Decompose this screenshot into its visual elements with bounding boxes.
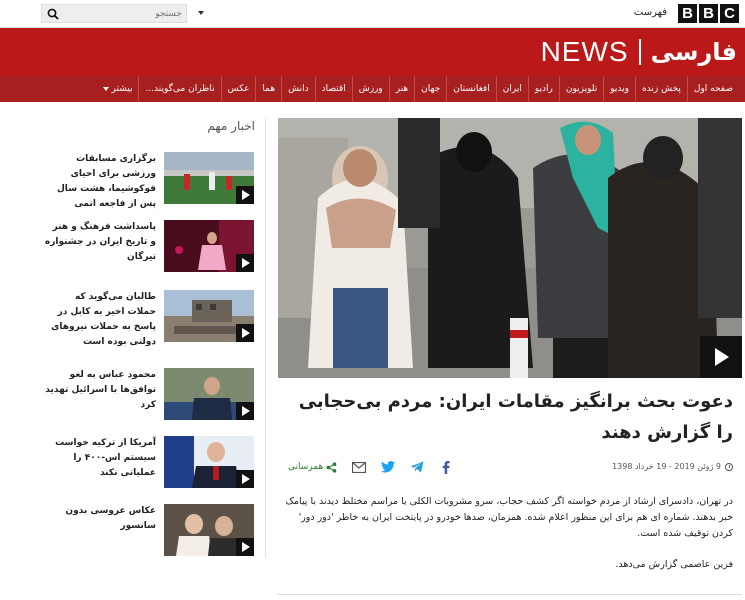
chevron-down-icon	[102, 87, 109, 91]
twitter-share-button[interactable]	[381, 460, 396, 474]
article-summary: در تهران، دادسرای ارشاد از مردم خواسته ا…	[285, 496, 733, 539]
divider	[278, 594, 742, 595]
nav-more-label: بیشتر	[111, 84, 133, 94]
search-input[interactable]	[64, 5, 182, 22]
nav-item[interactable]: افغانستان	[446, 76, 496, 102]
feature-photo	[278, 118, 742, 378]
nav-item[interactable]: اقتصاد	[314, 76, 352, 102]
story-thumbnail[interactable]	[164, 220, 254, 272]
article-date-text: 9 ژوئن 2019 - 19 خرداد 1398	[612, 462, 721, 471]
feature-image[interactable]	[278, 118, 742, 378]
sidebar-story[interactable]: عکاس عروسی بدون سانسور	[44, 504, 254, 560]
story-headline[interactable]: محمود عباس به لغو توافق‌ها با اسرائیل ته…	[44, 368, 156, 413]
play-icon	[236, 470, 254, 488]
story-headline[interactable]: پاسداشت فرهنگ و هنر و تاریخ ایران در جشن…	[44, 220, 156, 265]
facebook-share-button[interactable]	[439, 460, 453, 474]
article-headline[interactable]: دعوت بحث برانگیز مقامات ایران: مردم بی‌ح…	[293, 386, 733, 448]
story-headline[interactable]: برگزاری مسابقات ورزشی برای احیای فوکوشیم…	[44, 152, 156, 212]
bbc-logo-letter: B	[678, 4, 697, 23]
nav-item[interactable]: جهان	[414, 76, 446, 102]
brand-farsi: فارسی	[650, 38, 737, 66]
sidebar-title: اخبار مهم	[207, 119, 255, 133]
nav-item[interactable]: عکس	[220, 76, 256, 102]
nav-item[interactable]: رادیو	[527, 76, 559, 102]
sidebar-story[interactable]: محمود عباس به لغو توافق‌ها با اسرائیل ته…	[44, 368, 254, 424]
nav-item[interactable]: ناظران می‌گویند...	[138, 76, 220, 102]
play-icon	[236, 254, 254, 272]
story-headline[interactable]: طالبان می‌گوید که حملات اخیر به کابل در …	[44, 290, 156, 350]
play-icon	[236, 538, 254, 556]
play-icon	[236, 186, 254, 204]
story-thumbnail[interactable]	[164, 504, 254, 556]
story-thumbnail[interactable]	[164, 152, 254, 204]
article-byline: فرین عاصمی گزارش می‌دهد.	[615, 559, 733, 570]
twitter-icon	[381, 461, 396, 473]
nav-item[interactable]: ویدیو	[603, 76, 635, 102]
nav-item[interactable]: صفحه اول	[686, 76, 739, 102]
play-icon	[236, 324, 254, 342]
share-icon	[326, 461, 337, 473]
sidebar-story[interactable]: پاسداشت فرهنگ و هنر و تاریخ ایران در جشن…	[44, 220, 254, 276]
main-nav: صفحه اول پخش زنده ویدیو تلویزیون رادیو ا…	[0, 76, 745, 102]
menu-link[interactable]: فهرست	[634, 7, 667, 18]
facebook-icon	[442, 460, 450, 474]
story-thumbnail[interactable]	[164, 368, 254, 420]
nav-item[interactable]: ورزش	[351, 76, 389, 102]
top-bar: B B C فهرست	[0, 0, 745, 28]
sidebar-divider	[265, 118, 266, 558]
nav-item[interactable]: دانش	[281, 76, 315, 102]
clock-icon	[725, 462, 733, 471]
sidebar-story[interactable]: آمریکا از ترکیه خواست سیستم اس-۴۰۰ را عم…	[44, 436, 254, 492]
brand-divider	[638, 39, 641, 65]
nav-item[interactable]: هنر	[388, 76, 414, 102]
share-label: همرسانی	[288, 462, 324, 472]
story-thumbnail[interactable]	[164, 436, 254, 488]
sidebar-story[interactable]: برگزاری مسابقات ورزشی برای احیای فوکوشیم…	[44, 152, 254, 209]
share-row: همرسانی	[288, 458, 468, 476]
search-icon[interactable]	[47, 8, 59, 20]
nav-item[interactable]: هما	[255, 76, 281, 102]
nav-item[interactable]: تلویزیون	[558, 76, 603, 102]
search-box	[41, 4, 187, 23]
telegram-icon	[410, 461, 424, 473]
email-share-button[interactable]	[352, 460, 367, 474]
play-icon	[236, 402, 254, 420]
chevron-down-icon[interactable]	[198, 11, 204, 15]
nav-item[interactable]: ایران	[495, 76, 528, 102]
share-button[interactable]: همرسانی	[288, 461, 337, 473]
story-headline[interactable]: آمریکا از ترکیه خواست سیستم اس-۴۰۰ را عم…	[44, 436, 156, 481]
nav-more-button[interactable]: بیشتر	[97, 76, 139, 102]
bbc-persian-brand[interactable]: NEWS فارسی	[541, 36, 737, 68]
masthead: NEWS فارسی	[0, 28, 745, 76]
telegram-share-button[interactable]	[410, 460, 424, 474]
sidebar-story[interactable]: طالبان می‌گوید که حملات اخیر به کابل در …	[44, 290, 254, 347]
email-icon	[352, 461, 367, 473]
story-headline[interactable]: عکاس عروسی بدون سانسور	[44, 504, 156, 534]
play-icon[interactable]	[700, 336, 742, 378]
brand-news: NEWS	[540, 36, 629, 67]
bbc-logo-letter: B	[699, 4, 718, 23]
bbc-logo-letter: C	[720, 4, 739, 23]
article-date: 9 ژوئن 2019 - 19 خرداد 1398	[612, 462, 733, 471]
bbc-logo[interactable]: B B C	[678, 4, 739, 23]
story-thumbnail[interactable]	[164, 290, 254, 342]
nav-item[interactable]: پخش زنده	[634, 76, 687, 102]
